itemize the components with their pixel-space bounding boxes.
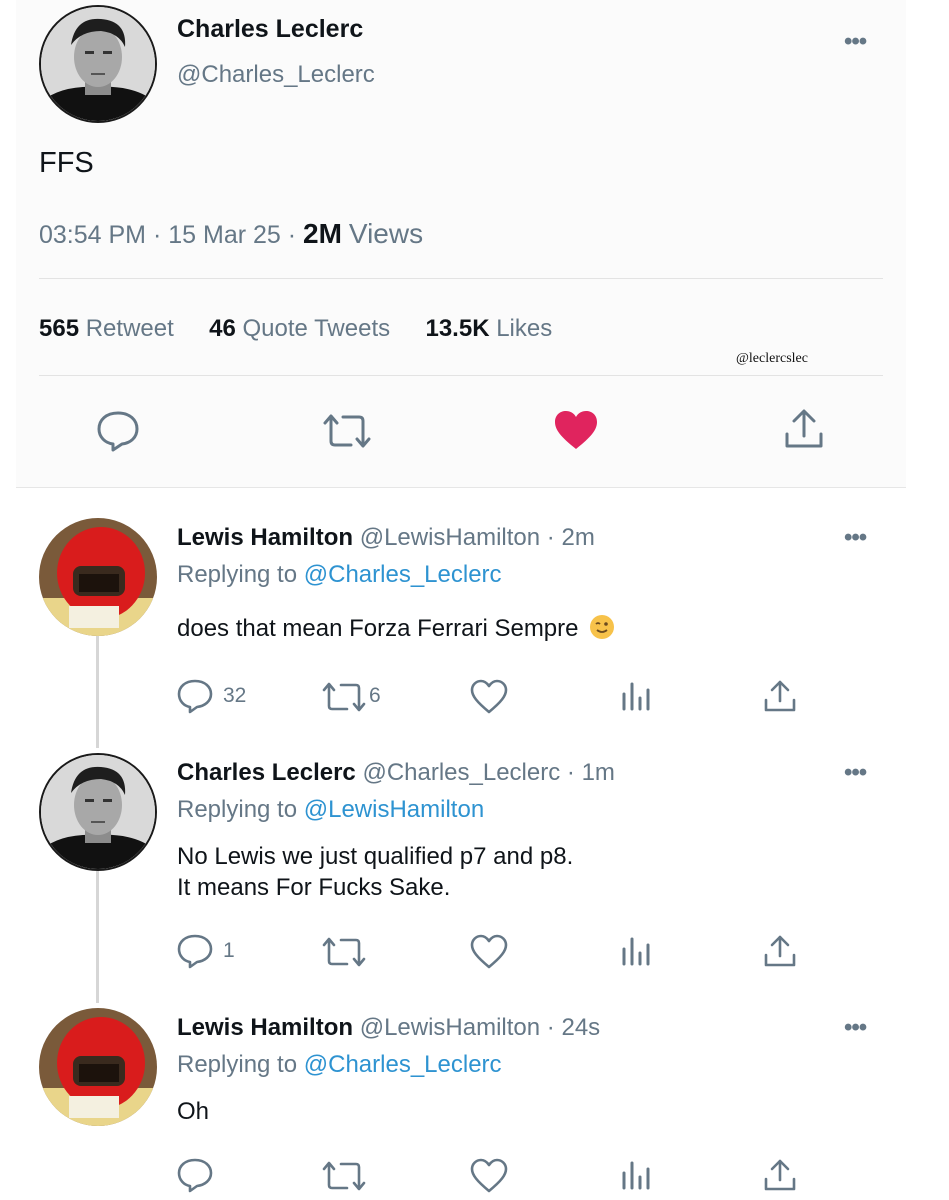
share-icon[interactable] [763,1158,797,1192]
like-icon-filled[interactable] [553,409,599,451]
reply-author-handle[interactable]: @LewisHamilton [360,524,540,551]
avatar-image-charles [41,755,155,869]
analytics-icon[interactable] [620,935,652,967]
reply-time: 2m [561,524,595,551]
replying-to: Replying to @Charles_Leclerc [177,561,502,589]
retweet-icon[interactable] [321,680,367,714]
reply-icon[interactable] [176,1157,214,1193]
share-icon[interactable] [763,934,797,968]
engagement-stats: 565 Retweet 46 Quote Tweets 13.5K Likes [39,315,552,343]
more-options-icon[interactable]: ••• [844,761,867,785]
avatar-lewis[interactable] [39,518,157,636]
replying-to: Replying to @LewisHamilton [177,796,484,824]
reply-text-line-2: It means For Fucks Sake. [177,874,451,901]
reply-count: 32 [223,684,247,707]
replying-to-label: Replying to [177,1051,298,1078]
reply-time: 1m [581,759,615,786]
replying-to: Replying to @Charles_Leclerc [177,1051,502,1079]
tweet-time: 03:54 PM [39,221,147,249]
retweet-icon[interactable] [321,935,367,969]
winking-face-icon [589,614,615,647]
retweet-icon[interactable] [321,1159,367,1193]
replying-to-label: Replying to [177,561,298,588]
divider [39,278,883,279]
reply-author-name[interactable]: Lewis Hamilton [177,524,353,551]
analytics-icon[interactable] [620,1159,652,1191]
reply-author-name[interactable]: Lewis Hamilton [177,1014,353,1041]
avatar-charles[interactable] [39,5,157,123]
retweets-count: 565 [39,315,80,342]
views-label: Views [348,218,424,249]
tweet-date: 15 Mar 25 [168,221,281,249]
avatar-charles[interactable] [39,753,157,871]
thread-line [96,871,99,1003]
divider [39,375,883,376]
reply-header: Lewis Hamilton @LewisHamilton · 2m [177,524,595,551]
more-options-icon[interactable]: ••• [844,30,867,54]
avatar-lewis[interactable] [39,1008,157,1126]
avatar-image-lewis [39,1008,157,1126]
reply-time: 24s [561,1014,601,1041]
section-divider [16,487,906,488]
replying-to-label: Replying to [177,796,298,823]
main-author-name[interactable]: Charles Leclerc [177,15,363,44]
reply-header: Charles Leclerc @Charles_Leclerc · 1m [177,759,615,786]
main-author-handle[interactable]: @Charles_Leclerc [177,61,375,89]
replying-to-link[interactable]: @LewisHamilton [304,796,484,823]
avatar-image-charles [41,7,155,121]
quotes-label: Quote Tweets [242,315,391,342]
reply-icon[interactable] [96,410,140,452]
main-tweet-text: FFS [39,147,94,179]
retweets-stat[interactable]: 565 Retweet [39,315,180,342]
reply-author-name[interactable]: Charles Leclerc [177,759,356,786]
reply-icon[interactable] [176,933,214,969]
reply-text: Oh [177,1098,210,1125]
more-options-icon[interactable]: ••• [844,1016,867,1040]
likes-count: 13.5K [425,315,490,342]
reply-count: 1 [223,939,235,962]
reply-icon[interactable] [176,678,214,714]
retweet-icon[interactable] [321,411,373,451]
main-tweet-meta: 03:54 PM · 15 Mar 25 · 2M Views [39,218,424,249]
retweets-label: Retweet [85,315,174,342]
watermark: @leclercslec [736,351,808,366]
quotes-count: 46 [209,315,236,342]
avatar-image-lewis [39,518,157,636]
like-icon[interactable] [470,934,508,970]
retweet-count: 6 [369,684,381,707]
likes-stat[interactable]: 13.5K Likes [425,315,552,342]
more-options-icon[interactable]: ••• [844,526,867,550]
likes-label: Likes [496,315,553,342]
quotes-stat[interactable]: 46 Quote Tweets [209,315,397,342]
analytics-icon[interactable] [620,680,652,712]
views-count: 2M [303,218,342,249]
replying-to-link[interactable]: @Charles_Leclerc [304,561,502,588]
reply-author-handle[interactable]: @Charles_Leclerc [362,759,560,786]
reply-text: does that mean Forza Ferrari Sempre [177,614,615,647]
share-icon[interactable] [763,679,797,713]
reply-text-content: does that mean Forza Ferrari Sempre [177,615,579,642]
thread-line [96,636,99,748]
like-icon[interactable] [470,679,508,715]
reply-text-line-1: No Lewis we just qualified p7 and p8. [177,843,574,870]
replying-to-link[interactable]: @Charles_Leclerc [304,1051,502,1078]
reply-header: Lewis Hamilton @LewisHamilton · 24s [177,1014,601,1041]
like-icon[interactable] [470,1158,508,1194]
reply-author-handle[interactable]: @LewisHamilton [360,1014,540,1041]
share-icon[interactable] [783,408,825,450]
